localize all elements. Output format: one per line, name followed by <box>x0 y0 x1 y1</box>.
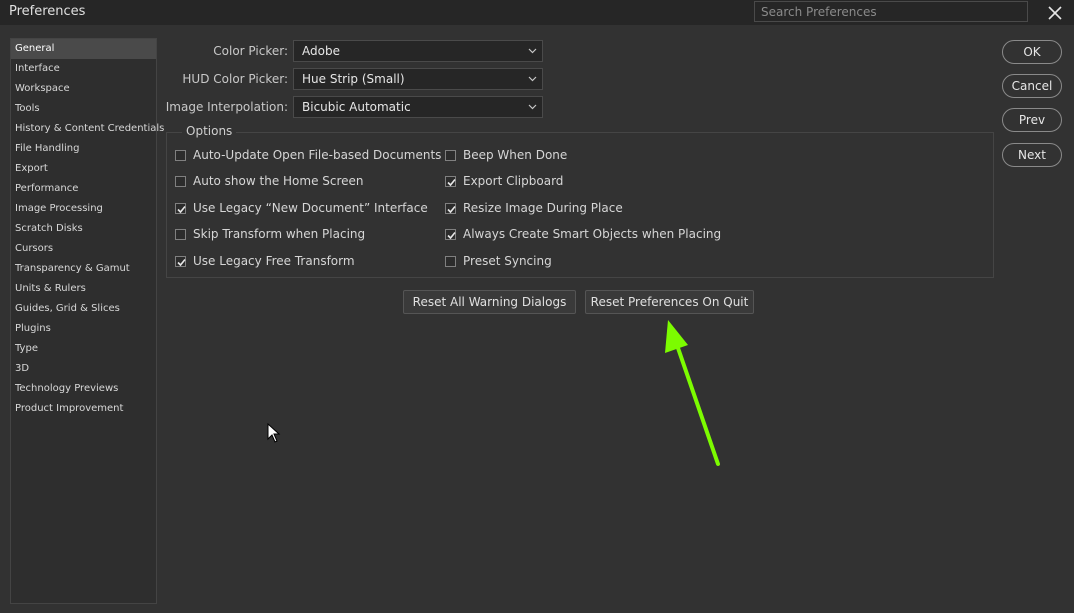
checkbox-label: Always Create Smart Objects when Placing <box>463 227 722 241</box>
checkbox-label: Preset Syncing <box>463 254 552 268</box>
option-beep-when-done[interactable]: Beep When Done <box>445 147 567 163</box>
sidebar-item-type[interactable]: Type <box>11 339 156 359</box>
image-interpolation-value: Bicubic Automatic <box>302 100 411 114</box>
mouse-cursor-icon <box>267 422 281 446</box>
next-button[interactable]: Next <box>1002 143 1062 167</box>
checkbox-checked[interactable] <box>445 228 456 240</box>
checkbox-label: Resize Image During Place <box>463 201 623 215</box>
checkbox-checked[interactable] <box>175 202 186 214</box>
checkmark-icon <box>447 205 456 213</box>
reset-warning-dialogs-button[interactable]: Reset All Warning Dialogs <box>403 290 576 314</box>
sidebar-item-units-rulers[interactable]: Units & Rulers <box>11 279 156 299</box>
checkbox[interactable] <box>175 175 186 187</box>
sidebar-item-plugins[interactable]: Plugins <box>11 319 156 339</box>
sidebar-item-performance[interactable]: Performance <box>11 179 156 199</box>
checkbox[interactable] <box>175 228 186 240</box>
chevron-down-icon <box>528 104 537 110</box>
sidebar-item-general[interactable]: General <box>11 39 156 59</box>
checkbox[interactable] <box>175 149 186 161</box>
color-picker-row: Color Picker: Adobe <box>160 40 545 62</box>
checkbox-checked[interactable] <box>175 255 186 267</box>
options-legend: Options <box>182 124 237 138</box>
hud-color-picker-value: Hue Strip (Small) <box>302 72 405 86</box>
window-title: Preferences <box>9 4 86 19</box>
sidebar-item-file-handling[interactable]: File Handling <box>11 139 156 159</box>
sidebar-item-workspace[interactable]: Workspace <box>11 79 156 99</box>
sidebar-item-product-improvement[interactable]: Product Improvement <box>11 399 156 419</box>
color-picker-value: Adobe <box>302 44 340 58</box>
checkmark-icon <box>177 258 186 266</box>
chevron-down-icon <box>528 76 537 82</box>
sidebar-item-image-processing[interactable]: Image Processing <box>11 199 156 219</box>
sidebar-item-interface[interactable]: Interface <box>11 59 156 79</box>
sidebar-item-export[interactable]: Export <box>11 159 156 179</box>
close-icon[interactable] <box>1045 3 1065 23</box>
checkmark-icon <box>447 178 456 186</box>
checkbox-label: Auto-Update Open File-based Documents <box>193 148 442 162</box>
title-bar: Preferences <box>0 0 1074 25</box>
option-export-clipboard[interactable]: Export Clipboard <box>445 173 563 189</box>
option-preset-syncing[interactable]: Preset Syncing <box>445 253 552 269</box>
color-picker-select[interactable]: Adobe <box>293 40 543 62</box>
search-input[interactable] <box>754 1 1028 22</box>
ok-button[interactable]: OK <box>1002 40 1062 64</box>
checkbox[interactable] <box>445 255 456 267</box>
reset-preferences-on-quit-button[interactable]: Reset Preferences On Quit <box>585 290 754 314</box>
sidebar-item-transparency[interactable]: Transparency & Gamut <box>11 259 156 279</box>
prev-button[interactable]: Prev <box>1002 108 1062 132</box>
checkbox-checked[interactable] <box>445 175 456 187</box>
sidebar-item-scratch-disks[interactable]: Scratch Disks <box>11 219 156 239</box>
hud-color-picker-label: HUD Color Picker: <box>182 72 288 86</box>
checkbox-label: Export Clipboard <box>463 174 564 188</box>
option-legacy-free-transform[interactable]: Use Legacy Free Transform <box>175 253 355 269</box>
checkbox-checked[interactable] <box>445 202 456 214</box>
checkbox-label: Skip Transform when Placing <box>193 227 366 241</box>
chevron-down-icon <box>528 48 537 54</box>
sidebar-item-cursors[interactable]: Cursors <box>11 239 156 259</box>
sidebar-item-history[interactable]: History & Content Credentials <box>11 119 164 139</box>
option-skip-transform[interactable]: Skip Transform when Placing <box>175 226 365 242</box>
sidebar-item-tools[interactable]: Tools <box>11 99 156 119</box>
option-legacy-new-document[interactable]: Use Legacy “New Document” Interface <box>175 200 428 216</box>
sidebar: General Interface Workspace Tools Histor… <box>10 38 164 604</box>
checkbox-label: Beep When Done <box>463 148 568 162</box>
option-auto-update-documents[interactable]: Auto-Update Open File-based Documents <box>175 147 441 163</box>
sidebar-item-3d[interactable]: 3D <box>11 359 156 379</box>
hud-color-picker-select[interactable]: Hue Strip (Small) <box>293 68 543 90</box>
checkmark-icon <box>447 231 456 239</box>
checkbox[interactable] <box>445 149 456 161</box>
hud-color-picker-row: HUD Color Picker: Hue Strip (Small) <box>160 68 545 90</box>
color-picker-label: Color Picker: <box>213 44 288 58</box>
image-interpolation-row: Image Interpolation: Bicubic Automatic <box>160 96 545 118</box>
image-interpolation-select[interactable]: Bicubic Automatic <box>293 96 543 118</box>
cancel-button[interactable]: Cancel <box>1002 74 1062 98</box>
option-resize-during-place[interactable]: Resize Image During Place <box>445 200 623 216</box>
image-interpolation-label: Image Interpolation: <box>165 100 288 114</box>
sidebar-item-technology-previews[interactable]: Technology Previews <box>11 379 156 399</box>
checkmark-icon <box>177 205 186 213</box>
sidebar-item-guides[interactable]: Guides, Grid & Slices <box>11 299 156 319</box>
checkbox-label: Use Legacy “New Document” Interface <box>193 201 428 215</box>
option-smart-objects[interactable]: Always Create Smart Objects when Placing <box>445 226 721 242</box>
option-auto-show-home[interactable]: Auto show the Home Screen <box>175 173 364 189</box>
checkbox-label: Auto show the Home Screen <box>193 174 364 188</box>
checkbox-label: Use Legacy Free Transform <box>193 254 355 268</box>
